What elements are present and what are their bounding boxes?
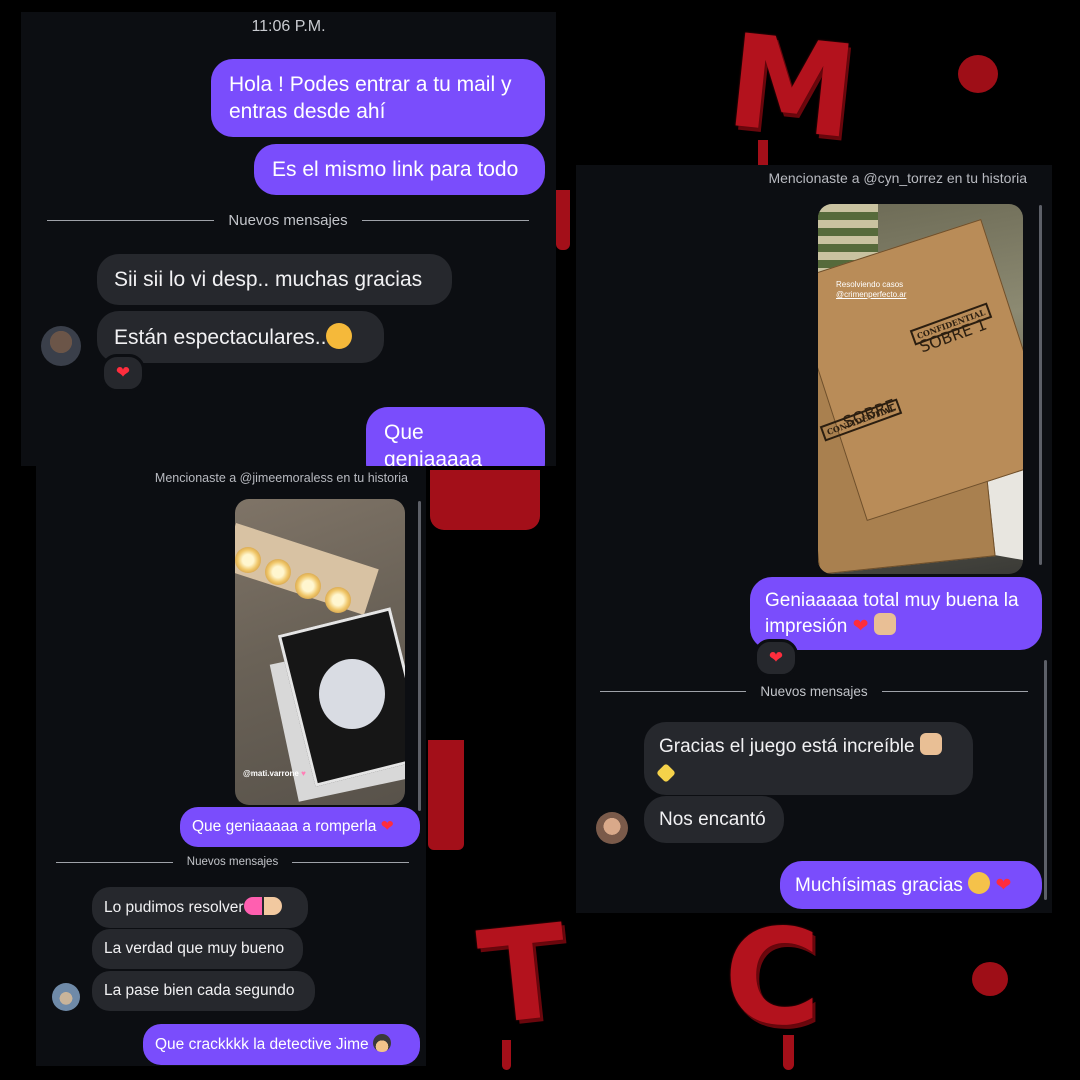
outgoing-message[interactable]: Es el mismo link para todo <box>254 144 545 195</box>
background-letter-m: M <box>720 6 863 169</box>
message-timestamp: 11:06 P.M. <box>251 18 326 35</box>
story-caption: Resolviendo casos @crimenperfecto.ar <box>836 280 907 299</box>
story-preview[interactable]: CONFIDENTIAL SOBRE 1 CONFIDENTIAL SOBRE … <box>818 204 1023 574</box>
candle-light <box>325 587 351 613</box>
story-mention-notice: Mencionaste a @jimeemoraless en tu histo… <box>154 471 408 485</box>
outgoing-message[interactable]: Hola ! Podes entrar a tu mail y entras d… <box>211 59 545 137</box>
incoming-message[interactable]: Están espectaculares.. <box>97 311 384 363</box>
outgoing-message[interactable]: Muchísimas gracias ❤ <box>780 861 1042 909</box>
incoming-message[interactable]: La verdad que muy bueno <box>92 929 303 969</box>
blood-drip <box>502 1040 511 1070</box>
incoming-message-text: Lo pudimos resolver <box>104 899 244 916</box>
pink-heart-and-thumbs-up-emoji <box>243 897 282 915</box>
blood-drip <box>428 740 464 850</box>
scrollbar[interactable] <box>418 501 421 811</box>
incoming-message[interactable]: Sii sii lo vi desp.. muchas gracias <box>97 254 452 305</box>
story-preview[interactable]: @mati.varrone ♥ <box>235 499 405 805</box>
background-letter-c: C <box>724 901 821 1055</box>
raising-hands-emoji <box>873 613 896 635</box>
pleading-face-emoji <box>968 872 991 894</box>
contact-avatar[interactable] <box>596 812 628 844</box>
scrollbar[interactable] <box>1044 660 1047 900</box>
blood-drip <box>430 470 540 530</box>
blurred-sticker <box>319 659 385 729</box>
new-messages-divider: Nuevos mensajes <box>56 856 409 868</box>
candle-light <box>265 559 291 585</box>
blood-drip <box>556 190 570 250</box>
chat-screenshot-2: Mencionaste a @jimeemoraless en tu histo… <box>36 466 426 1066</box>
blood-drip <box>783 1035 794 1070</box>
incoming-message[interactable]: La pase bien cada segundo <box>92 971 315 1011</box>
detective-emoji <box>372 1034 391 1052</box>
red-heart-emoji: ❤ <box>995 875 1012 896</box>
incoming-message[interactable]: Nos encantó <box>644 796 784 843</box>
outgoing-message[interactable]: Que crackkkk la detective Jime <box>143 1024 420 1065</box>
background-letter-t: T <box>472 896 575 1055</box>
candle-light <box>295 573 321 599</box>
outgoing-message[interactable]: Geniaaaaa total muy buena la impresión ❤ <box>750 577 1042 650</box>
contact-avatar[interactable] <box>41 326 81 366</box>
red-heart-emoji: ❤ <box>380 818 394 835</box>
incoming-message-text: Están espectaculares.. <box>114 326 327 349</box>
sparkles-emoji <box>656 763 676 783</box>
new-messages-label: Nuevos mensajes <box>760 684 868 699</box>
candle-light <box>235 547 261 573</box>
incoming-message-text: Gracias el juego está increíble <box>659 736 915 757</box>
incoming-message[interactable]: Lo pudimos resolver <box>92 887 308 928</box>
heart-reaction[interactable]: ❤ <box>101 354 145 392</box>
new-messages-label: Nuevos mensajes <box>186 856 279 868</box>
outgoing-message-text: Que geniaaaaa a romperla <box>192 818 377 835</box>
blood-splatter <box>958 55 998 93</box>
red-heart-emoji: ❤ <box>852 616 869 637</box>
new-messages-label: Nuevos mensajes <box>228 212 348 229</box>
new-messages-divider: Nuevos mensajes <box>47 212 530 229</box>
scrollbar[interactable] <box>1039 205 1042 565</box>
outgoing-message[interactable]: Que geniaaaaa <box>366 407 545 466</box>
hugging-face-emoji <box>326 323 353 349</box>
chat-screenshot-1: 11:06 P.M. Hola ! Podes entrar a tu mail… <box>21 12 556 466</box>
heart-reaction[interactable]: ❤ <box>754 639 798 677</box>
contact-avatar[interactable] <box>52 983 80 1011</box>
incoming-message[interactable]: Gracias el juego está increíble <box>644 722 973 795</box>
outgoing-message-text: Muchísimas gracias <box>795 875 963 896</box>
chat-screenshot-3: Mencionaste a @cyn_torrez en tu historia… <box>576 165 1052 913</box>
outgoing-message-text: Que crackkkk la detective Jime <box>155 1036 369 1053</box>
story-caption: @mati.varrone ♥ <box>243 769 306 778</box>
story-mention-notice: Mencionaste a @cyn_torrez en tu historia <box>768 170 1027 186</box>
raising-hands-emoji <box>919 733 942 755</box>
new-messages-divider: Nuevos mensajes <box>600 684 1028 699</box>
blood-splatter <box>972 962 1008 996</box>
outgoing-message[interactable]: Que geniaaaaa a romperla ❤ <box>180 807 420 847</box>
